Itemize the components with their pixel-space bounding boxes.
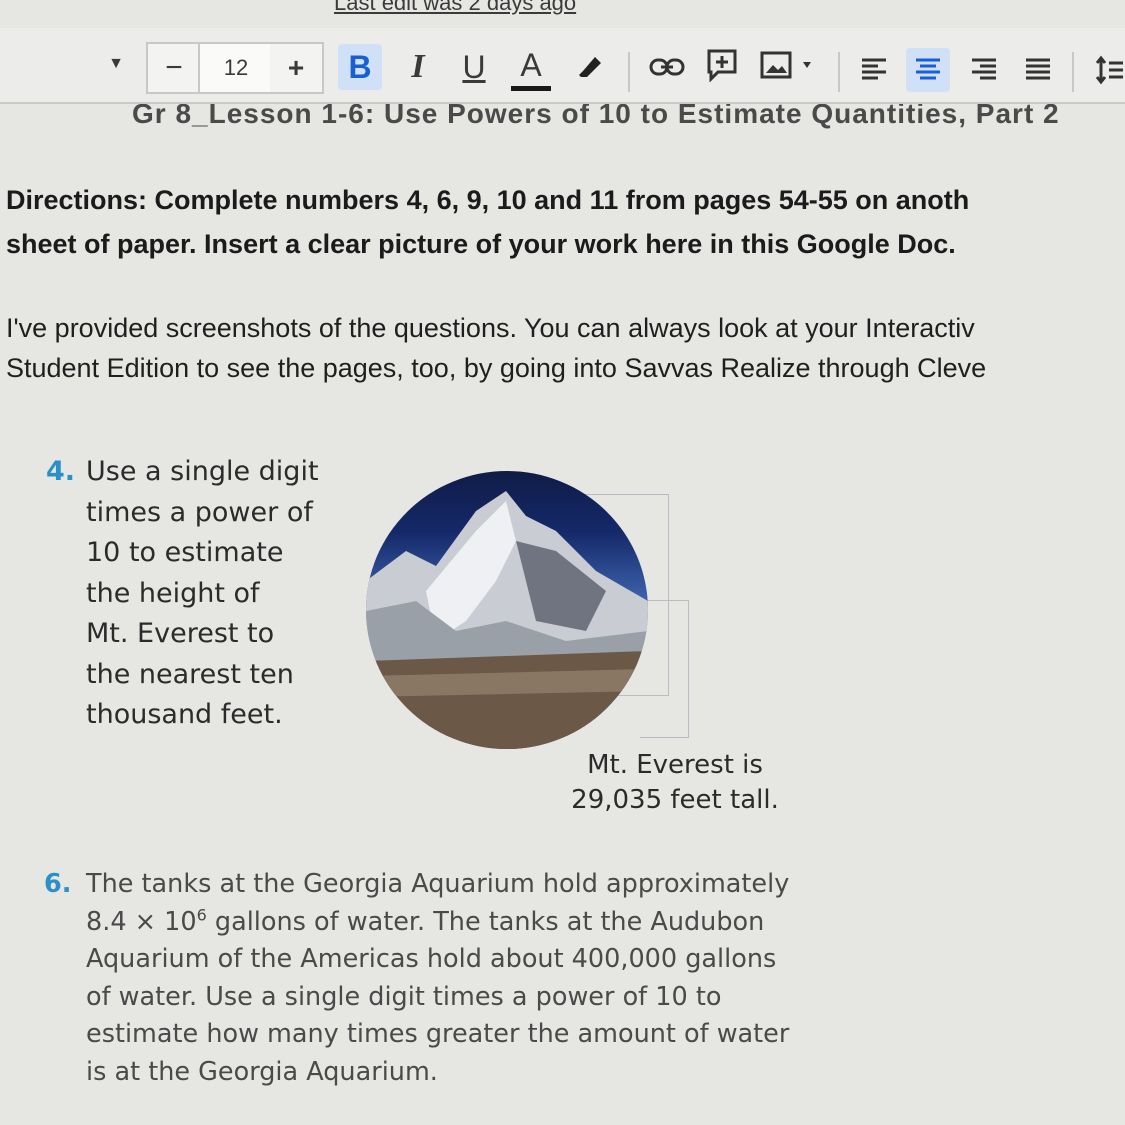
info-paragraph: I've provided screenshots of the questio… xyxy=(6,308,1125,388)
caret-down-icon[interactable]: ▼ xyxy=(104,54,128,74)
directions-line: sheet of paper. Insert a clear picture o… xyxy=(6,229,956,259)
mt-everest-photo[interactable] xyxy=(366,471,648,749)
bold-button[interactable]: B xyxy=(338,44,382,90)
question-6: 6. The tanks at the Georgia Aquarium hol… xyxy=(44,866,804,1091)
question-4-text: Use a single digit times a power of 10 t… xyxy=(86,456,319,730)
underline-button[interactable]: U xyxy=(452,44,496,90)
directions-paragraph: Directions: Complete numbers 4, 6, 9, 10… xyxy=(6,178,1125,266)
text-color-label: A xyxy=(520,47,542,83)
insert-image-icon[interactable] xyxy=(756,44,820,86)
question-4: 4. Use a single digit times a power of 1… xyxy=(46,452,346,736)
decrease-font-size-button[interactable]: − xyxy=(146,42,200,94)
italic-button[interactable]: I xyxy=(398,44,438,90)
directions-line: Directions: Complete numbers 4, 6, 9, 10… xyxy=(6,185,970,215)
font-size-input[interactable]: 12 xyxy=(198,42,274,94)
link-icon[interactable] xyxy=(646,48,688,86)
align-center-icon[interactable] xyxy=(906,48,950,92)
text-color-button[interactable]: A xyxy=(508,40,554,98)
toolbar-divider xyxy=(628,52,630,92)
question-number: 4. xyxy=(46,456,76,487)
lesson-title: Gr 8_Lesson 1-6: Use Powers of 10 to Est… xyxy=(132,104,1060,129)
increase-font-size-button[interactable]: + xyxy=(270,42,324,94)
question-number: 6. xyxy=(44,869,72,899)
align-left-icon[interactable] xyxy=(852,48,896,92)
question-6-text: The tanks at the Georgia Aquarium hold a… xyxy=(44,866,804,1091)
add-comment-icon[interactable] xyxy=(702,44,742,86)
line-spacing-icon[interactable] xyxy=(1090,48,1125,92)
align-right-icon[interactable] xyxy=(962,48,1006,92)
toolbar-divider xyxy=(838,52,840,92)
mt-everest-caption: Mt. Everest is 29,035 feet tall. xyxy=(571,750,779,815)
info-line: I've provided screenshots of the questio… xyxy=(6,313,975,343)
last-edit-link[interactable]: Last edit was 2 days ago xyxy=(334,0,576,16)
text-color-swatch xyxy=(511,86,551,91)
align-justify-icon[interactable] xyxy=(1016,48,1060,92)
toolbar-divider xyxy=(1072,52,1074,92)
info-line: Student Edition to see the pages, too, b… xyxy=(6,353,987,383)
formatting-toolbar: ▼ − 12 + B I U A xyxy=(0,28,1125,104)
exponent: 6 xyxy=(196,905,207,924)
highlighter-icon[interactable] xyxy=(570,46,610,86)
